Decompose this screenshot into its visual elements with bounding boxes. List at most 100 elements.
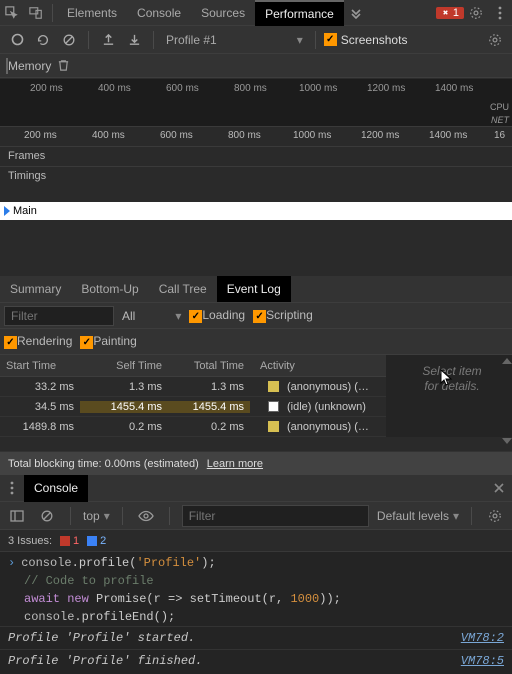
more-tabs-icon[interactable]	[344, 0, 368, 26]
drawer-menu-icon[interactable]	[0, 481, 24, 495]
overview-cpu-track[interactable]: CPU	[0, 100, 512, 116]
table-row[interactable]: 34.5 ms 1455.4 ms 1455.4 ms (idle) (unkn…	[0, 397, 386, 417]
screenshots-label: Screenshots	[341, 33, 408, 47]
console-settings-icon[interactable]	[484, 509, 506, 523]
issues-bar[interactable]: 3 Issues: 1 2	[0, 530, 512, 552]
inspect-icon[interactable]	[0, 0, 24, 26]
flame-chart-area[interactable]	[0, 220, 512, 276]
loading-label: Loading	[202, 308, 245, 322]
frames-track[interactable]: Frames	[0, 146, 512, 166]
activity-swatch	[268, 401, 279, 412]
subtab-eventlog[interactable]: Event Log	[217, 276, 291, 302]
console-input-line: ›console.profile('Profile');	[0, 554, 512, 572]
vm-link[interactable]: VM78:2	[461, 630, 504, 646]
ruler-tick: 1400 ms	[429, 130, 467, 141]
scripting-checkbox[interactable]: ✓Scripting	[253, 308, 313, 323]
tab-console[interactable]: Console	[127, 0, 191, 26]
ruler-tick: 1200 ms	[361, 130, 399, 141]
chevron-down-icon: ▾	[453, 509, 459, 523]
ruler-tick: 800 ms	[234, 83, 267, 94]
clear-icon[interactable]	[58, 29, 80, 51]
col-start[interactable]: Start Time	[0, 360, 80, 372]
event-table-header: Start Time Self Time Total Time Activity	[0, 355, 386, 377]
tab-performance[interactable]: Performance	[255, 0, 344, 26]
details-placeholder: Select item for details.	[404, 364, 500, 394]
error-badge[interactable]: 1	[436, 7, 464, 19]
event-filter-input[interactable]	[4, 306, 114, 326]
ruler-tick: 200 ms	[30, 83, 63, 94]
main-track[interactable]: Main	[0, 202, 512, 220]
clear-console-icon[interactable]	[36, 509, 58, 523]
subtab-summary[interactable]: Summary	[0, 276, 71, 302]
col-activity[interactable]: Activity	[250, 360, 386, 372]
vm-link[interactable]: VM78:5	[461, 653, 504, 669]
console-output[interactable]: ›console.profile('Profile'); // Code to …	[0, 552, 512, 674]
overview-net-track[interactable]: NET	[0, 116, 512, 126]
context-label: top	[83, 509, 100, 523]
scripting-label: Scripting	[266, 308, 313, 322]
drawer-close-icon[interactable]	[486, 482, 512, 494]
upload-icon[interactable]	[97, 29, 119, 51]
chevron-down-icon: ▾	[104, 509, 110, 523]
activity-swatch	[268, 381, 279, 392]
ruler-tick: 800 ms	[228, 130, 261, 141]
download-icon[interactable]	[123, 29, 145, 51]
table-scrollbar[interactable]	[502, 382, 512, 442]
col-self[interactable]: Self Time	[80, 360, 168, 372]
overview-ruler[interactable]: 200 ms 400 ms 600 ms 800 ms 1000 ms 1200…	[0, 78, 512, 100]
capture-settings-icon[interactable]	[484, 29, 506, 51]
check-icon: ✓	[253, 310, 266, 323]
sidebar-toggle-icon[interactable]	[6, 510, 28, 522]
kebab-icon[interactable]	[488, 0, 512, 26]
log-levels-select[interactable]: Default levels ▾	[377, 509, 459, 523]
levels-label: Default levels	[377, 509, 449, 523]
screenshots-checkbox[interactable]: ✓ Screenshots	[324, 33, 408, 47]
timings-track[interactable]: Timings	[0, 166, 512, 186]
filter-all-label: All	[122, 309, 135, 323]
prompt-icon: ›	[8, 556, 21, 570]
ruler-tick: 400 ms	[98, 83, 131, 94]
rendering-label: Rendering	[17, 334, 72, 348]
tbt-text: Total blocking time: 0.00ms (estimated)	[8, 458, 199, 470]
ruler-tick: 1000 ms	[299, 83, 337, 94]
flag-red-icon	[60, 536, 70, 546]
subtab-bottomup[interactable]: Bottom-Up	[71, 276, 148, 302]
filter-all-select[interactable]: All ▾	[122, 309, 181, 323]
context-selector[interactable]: top ▾	[83, 509, 110, 523]
check-icon: ✓	[80, 336, 93, 349]
painting-checkbox[interactable]: ✓Painting	[80, 334, 136, 349]
memory-checkbox[interactable]: Memory	[6, 59, 51, 73]
chevron-down-icon: ▾	[297, 33, 303, 47]
tab-elements[interactable]: Elements	[57, 0, 127, 26]
rendering-checkbox[interactable]: ✓Rendering	[4, 334, 72, 349]
expand-icon	[4, 206, 10, 216]
col-total[interactable]: Total Time	[168, 360, 250, 372]
subtab-calltree[interactable]: Call Tree	[149, 276, 217, 302]
learn-more-link[interactable]: Learn more	[207, 458, 263, 470]
profile-selector[interactable]: Profile #1 ▾	[162, 33, 307, 47]
settings-icon[interactable]	[464, 0, 488, 26]
tab-sources[interactable]: Sources	[191, 0, 255, 26]
record-icon[interactable]	[6, 29, 28, 51]
reload-record-icon[interactable]	[32, 29, 54, 51]
detail-ruler[interactable]: 200 ms 400 ms 600 ms 800 ms 1000 ms 1200…	[0, 126, 512, 146]
loading-checkbox[interactable]: ✓Loading	[189, 308, 245, 323]
drawer-tab-console[interactable]: Console	[24, 475, 88, 502]
trash-icon[interactable]	[57, 59, 75, 72]
painting-label: Painting	[93, 334, 136, 348]
ruler-tick: 600 ms	[166, 83, 199, 94]
flag-blue-icon	[87, 536, 97, 546]
console-filter-input[interactable]	[182, 505, 369, 527]
memory-label: Memory	[8, 59, 51, 73]
activity-swatch	[268, 421, 279, 432]
console-log-line: VM78:2 Profile 'Profile' started.	[0, 626, 512, 649]
table-row[interactable]: 1489.8 ms 0.2 ms 0.2 ms (anonymous) (…	[0, 417, 386, 437]
eye-icon[interactable]	[135, 510, 157, 522]
scroll-down-icon	[502, 438, 512, 444]
device-toggle-icon[interactable]	[24, 0, 48, 26]
main-label: Main	[13, 205, 37, 217]
ruler-tick: 1200 ms	[367, 83, 405, 94]
issues-label: 3 Issues:	[8, 535, 52, 547]
ruler-tick: 16	[494, 130, 505, 141]
table-row[interactable]: 33.2 ms 1.3 ms 1.3 ms (anonymous) (…	[0, 377, 386, 397]
